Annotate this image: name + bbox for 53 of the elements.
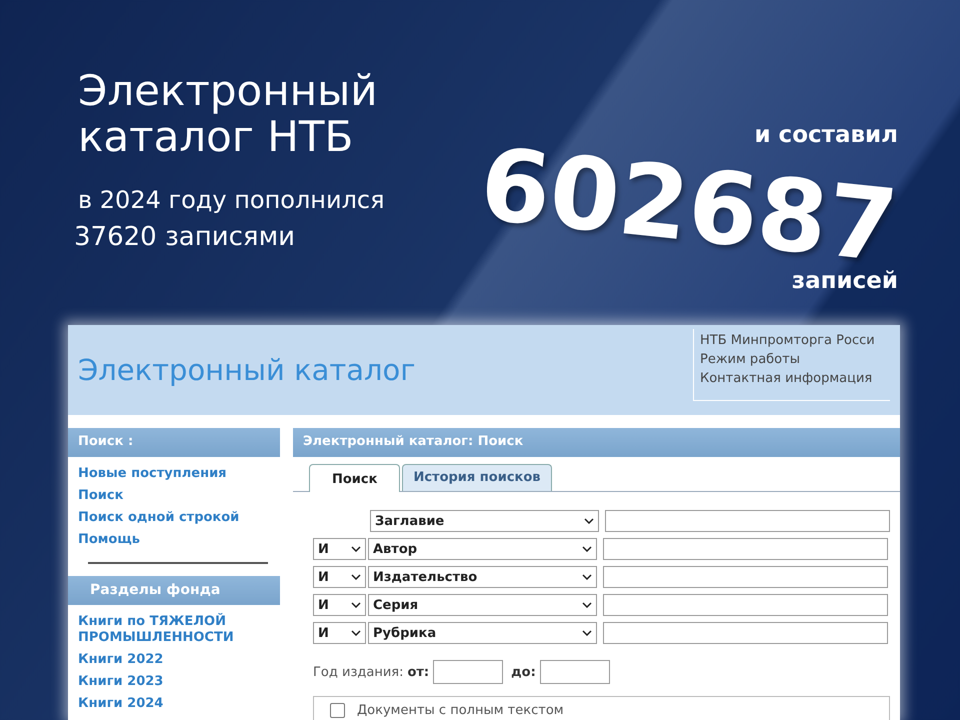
caret-icon — [351, 574, 361, 580]
sidebar-link[interactable]: Новые поступления — [78, 466, 270, 482]
operator-select[interactable]: И — [313, 566, 366, 588]
year-to-input[interactable] — [540, 660, 610, 684]
tab[interactable]: История поисков — [402, 464, 552, 491]
field-select[interactable]: Автор — [368, 538, 597, 560]
total-caption: и составил — [754, 122, 898, 148]
site-title: Электронный каталог — [77, 352, 416, 389]
header-link[interactable]: Режим работы — [700, 352, 880, 367]
headline-title: каталог НТБ — [78, 114, 354, 160]
header-link[interactable]: НТБ Минпромторга Росси — [700, 333, 880, 348]
field-select[interactable]: Серия — [368, 594, 597, 616]
caret-icon — [351, 630, 361, 636]
field-select[interactable]: Заглавие — [370, 510, 599, 532]
headline-title: Электронный — [78, 68, 379, 114]
checkbox-label: Документы с полным текстом — [357, 703, 564, 718]
headline-subtitle: в 2024 году пополнился — [78, 186, 385, 214]
year-from-input[interactable] — [433, 660, 504, 684]
search-input[interactable] — [605, 510, 890, 532]
search-input[interactable] — [603, 538, 888, 560]
caret-icon — [351, 546, 361, 552]
headline-count: 37620 записями — [74, 222, 296, 252]
caret-icon — [582, 546, 592, 552]
sidebar-heading: Поиск : — [68, 428, 280, 457]
field-select[interactable]: Рубрика — [368, 622, 597, 644]
caret-icon — [582, 574, 592, 580]
sidebar-link[interactable]: Книги 2022 — [78, 652, 270, 668]
caret-icon — [582, 630, 592, 636]
sidebar-link[interactable]: Помощь — [78, 532, 270, 548]
sidebar-heading: Разделы фонда — [68, 576, 280, 605]
sidebar-link[interactable]: Поиск — [78, 488, 270, 504]
caret-icon — [351, 602, 361, 608]
sidebar-link[interactable]: Книги 2024 — [78, 696, 270, 712]
sidebar-link[interactable]: Книги по ТЯЖЕЛОЙ ПРОМЫШЛЕННОСТИ — [78, 614, 270, 646]
to-label: до: — [511, 664, 536, 680]
operator-select[interactable]: И — [313, 594, 366, 616]
search-input[interactable] — [603, 622, 888, 644]
year-label: Год издания: — [313, 664, 404, 680]
caret-icon — [584, 518, 594, 524]
header-link[interactable]: Контактная информация — [700, 371, 880, 386]
sidebar-link[interactable]: Поиск одной строкой — [78, 510, 270, 526]
panel-heading: Электронный каталог: Поиск — [293, 428, 900, 457]
tab[interactable]: Поиск — [309, 464, 400, 492]
total-unit: записей — [792, 268, 898, 294]
search-input[interactable] — [603, 566, 888, 588]
search-input[interactable] — [603, 594, 888, 616]
operator-select[interactable]: И — [313, 538, 366, 560]
sidebar-link[interactable]: Книги 2023 — [78, 674, 270, 690]
from-label: от: — [407, 664, 430, 680]
field-select[interactable]: Издательство — [368, 566, 597, 588]
checkbox[interactable] — [330, 703, 345, 718]
operator-select[interactable]: И — [313, 622, 366, 644]
caret-icon — [582, 602, 592, 608]
